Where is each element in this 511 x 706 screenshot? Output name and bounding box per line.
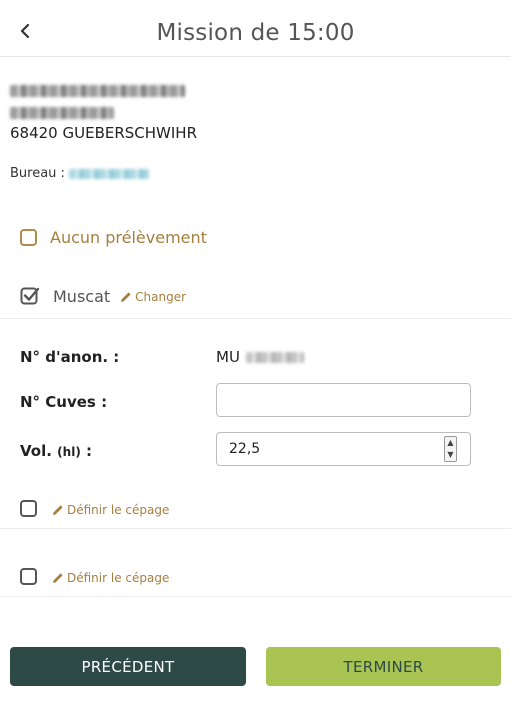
page-title: Mission de 15:00: [156, 20, 355, 46]
pencil-icon: [121, 292, 131, 302]
cepage-row-1[interactable]: Définir le cépage: [20, 499, 169, 517]
cuves-label: N° Cuves :: [20, 393, 108, 411]
checkbox-unchecked-icon[interactable]: [20, 567, 37, 585]
volume-colon: :: [86, 442, 93, 460]
address-city: 68420 GUEBERSCHWIHR: [10, 124, 197, 142]
redacted-text: [10, 85, 185, 97]
define-cepage-label: Définir le cépage: [67, 571, 170, 585]
redacted-anon-number: [245, 351, 304, 363]
bureau-line: Bureau :: [10, 166, 149, 181]
finish-button[interactable]: TERMINER: [266, 647, 501, 686]
change-cepage-link[interactable]: Changer: [120, 290, 186, 304]
define-cepage-label: Définir le cépage: [67, 503, 170, 517]
pencil-icon: [53, 505, 63, 515]
anon-prefix: MU: [216, 348, 240, 366]
define-cepage-link[interactable]: Définir le cépage: [52, 571, 169, 585]
define-cepage-link[interactable]: Définir le cépage: [52, 503, 169, 517]
muscat-label: Muscat: [53, 286, 111, 306]
checkbox-unchecked-icon[interactable]: [20, 499, 37, 517]
anon-number-value: MU: [216, 348, 304, 366]
address-name-redacted: [10, 83, 185, 101]
aucun-prelevement-option[interactable]: Aucun prélèvement: [20, 228, 207, 247]
volume-stepper[interactable]: ▲ ▼: [444, 436, 457, 462]
previous-button[interactable]: PRÉCÉDENT: [10, 647, 246, 686]
divider: [0, 596, 511, 597]
header-bar: Mission de 15:00: [0, 0, 511, 57]
stepper-down-icon[interactable]: ▼: [445, 449, 456, 461]
muscat-option[interactable]: Muscat Changer: [20, 286, 186, 306]
volume-label-text: Vol.: [20, 442, 52, 460]
redacted-bureau: [68, 168, 149, 179]
address-street-redacted: [10, 105, 114, 123]
bureau-label: Bureau :: [10, 166, 65, 181]
divider: [0, 528, 511, 529]
aucun-prelevement-label: Aucun prélèvement: [50, 228, 207, 247]
checkbox-unchecked-icon[interactable]: [20, 229, 37, 246]
volume-label: Vol. (hl) :: [20, 442, 92, 460]
redacted-text: [10, 107, 114, 119]
change-link-label: Changer: [135, 290, 187, 304]
cuves-input[interactable]: [216, 383, 471, 417]
cepage-row-2[interactable]: Définir le cépage: [20, 567, 169, 585]
divider: [0, 318, 511, 319]
pencil-icon: [53, 573, 63, 583]
checkbox-checked-icon[interactable]: [20, 286, 40, 306]
volume-unit: (hl): [57, 445, 81, 459]
anon-number-label: N° d'anon. :: [20, 348, 120, 366]
volume-input[interactable]: [216, 432, 471, 466]
stepper-up-icon[interactable]: ▲: [445, 437, 456, 449]
